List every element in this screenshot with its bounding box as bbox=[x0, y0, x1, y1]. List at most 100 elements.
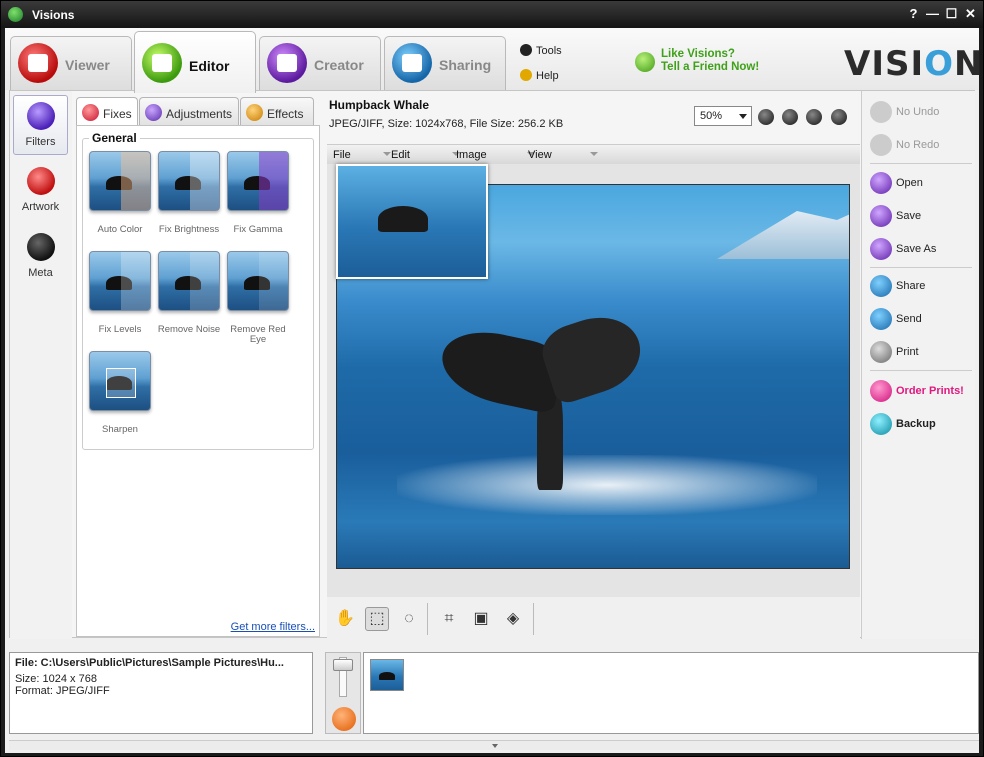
effects-icon bbox=[246, 104, 263, 121]
fixes-icon bbox=[82, 104, 99, 121]
nav-label: Artwork bbox=[21, 201, 60, 213]
save-as-button[interactable]: Save As bbox=[870, 238, 936, 262]
sharing-arrows-icon bbox=[392, 43, 432, 83]
redo-button[interactable]: No Redo bbox=[870, 134, 939, 158]
rotate-icon[interactable]: ◈ bbox=[501, 607, 525, 631]
help-label: Help bbox=[536, 70, 559, 82]
trash-icon[interactable] bbox=[332, 707, 356, 731]
rect-select-icon[interactable]: ⬚ bbox=[365, 607, 389, 631]
subtab-effects[interactable]: Effects bbox=[240, 97, 314, 125]
hand-tool-icon[interactable]: ✋ bbox=[333, 607, 357, 631]
file-size: Size: 1024 x 768 bbox=[15, 673, 97, 685]
filter-thumbnail bbox=[227, 251, 289, 311]
status-bar bbox=[9, 740, 979, 750]
edit-toolbar: ✋ ⬚ ◌ ⌗ ▣ ◈ bbox=[327, 597, 860, 639]
image-title: Humpback Whale bbox=[329, 98, 430, 112]
filter-thumbnail bbox=[89, 251, 151, 311]
nav-label: Filters bbox=[25, 136, 56, 148]
filter-thumbnail bbox=[158, 151, 220, 211]
tab-creator[interactable]: Creator bbox=[259, 36, 381, 92]
nav-filters[interactable]: Filters bbox=[13, 95, 68, 155]
tab-sharing[interactable]: Sharing bbox=[384, 36, 506, 92]
dropdown-arrow-icon bbox=[382, 152, 391, 156]
filter-thumbnail bbox=[227, 151, 289, 211]
print-button[interactable]: Print bbox=[870, 341, 919, 365]
menu-view[interactable]: View bbox=[528, 149, 598, 161]
undo-button[interactable]: No Undo bbox=[870, 101, 939, 125]
tab-label: Creator bbox=[314, 57, 364, 73]
subtab-fixes[interactable]: Fixes bbox=[76, 97, 138, 125]
share-icon bbox=[870, 275, 892, 297]
close-button[interactable]: ✕ bbox=[962, 6, 979, 23]
menu-image[interactable]: Image bbox=[456, 149, 535, 161]
nav-label: Meta bbox=[28, 267, 53, 279]
zoom-in-icon[interactable] bbox=[782, 109, 798, 125]
strip-thumbnail[interactable] bbox=[370, 659, 404, 691]
editor-brush-icon bbox=[142, 43, 182, 83]
filter-thumbnail bbox=[89, 151, 151, 211]
prints-icon bbox=[870, 380, 892, 402]
tab-label: Editor bbox=[189, 58, 230, 74]
get-more-filters-link[interactable]: Get more filters... bbox=[231, 621, 315, 633]
file-path: File: C:\Users\Public\Pictures\Sample Pi… bbox=[15, 657, 284, 669]
nav-meta[interactable]: Meta bbox=[13, 227, 68, 287]
bottom-bar: File: C:\Users\Public\Pictures\Sample Pi… bbox=[9, 650, 979, 738]
envelope-icon bbox=[870, 308, 892, 330]
crop-icon[interactable]: ⌗ bbox=[437, 607, 461, 631]
chevron-down-icon bbox=[739, 114, 747, 119]
menu-file[interactable]: File bbox=[333, 149, 391, 161]
share-button[interactable]: Share bbox=[870, 275, 925, 299]
file-format: Format: JPEG/JIFF bbox=[15, 685, 110, 697]
save-button[interactable]: Save bbox=[870, 205, 921, 229]
filter-thumbnail bbox=[158, 251, 220, 311]
menu-edit[interactable]: Edit bbox=[391, 149, 460, 161]
filter-fix-brightness[interactable]: Fix Brightness bbox=[156, 151, 222, 235]
group-title: General bbox=[89, 131, 140, 145]
app-window: Visions ? — ☐ ✕ Viewer Editor Creator Sh… bbox=[0, 0, 984, 757]
order-prints-button[interactable]: Order Prints! bbox=[870, 380, 964, 404]
left-nav: Filters Artwork Meta bbox=[10, 91, 72, 639]
filter-thumbnail bbox=[89, 351, 151, 411]
artwork-icon bbox=[26, 167, 55, 195]
subtab-adjustments[interactable]: Adjustments bbox=[139, 97, 239, 125]
help-menu[interactable]: Help bbox=[520, 69, 559, 82]
open-button[interactable]: Open bbox=[870, 172, 923, 196]
backup-button[interactable]: Backup bbox=[870, 413, 936, 437]
tools-list-icon bbox=[520, 44, 532, 56]
zoom-select[interactable]: 50% bbox=[694, 106, 752, 126]
filter-remove-noise[interactable]: Remove Noise bbox=[156, 251, 222, 335]
filter-label: Fix Brightness bbox=[158, 224, 220, 235]
redo-icon bbox=[870, 134, 892, 156]
filter-auto-color[interactable]: Auto Color bbox=[87, 151, 153, 235]
ellipse-select-icon[interactable]: ◌ bbox=[397, 607, 421, 631]
tab-label: Sharing bbox=[439, 57, 492, 73]
backup-icon bbox=[870, 413, 892, 435]
image-canvas[interactable] bbox=[327, 164, 860, 597]
minimize-button[interactable]: — bbox=[924, 6, 941, 23]
expand-arrow-icon[interactable] bbox=[492, 744, 498, 748]
action-pane: No Undo No Redo Open Save Save As Share … bbox=[861, 91, 975, 639]
filter-fix-levels[interactable]: Fix Levels bbox=[87, 251, 153, 335]
resize-icon[interactable]: ▣ bbox=[469, 607, 493, 631]
help-question-icon bbox=[520, 69, 532, 81]
tab-editor[interactable]: Editor bbox=[134, 31, 256, 93]
filter-fix-gamma[interactable]: Fix Gamma bbox=[225, 151, 291, 235]
tools-menu[interactable]: Tools bbox=[520, 44, 562, 57]
nav-artwork[interactable]: Artwork bbox=[13, 161, 68, 221]
title-bar: Visions ? — ☐ ✕ bbox=[1, 1, 983, 28]
filter-sharpen[interactable]: Sharpen bbox=[87, 351, 153, 435]
maximize-button[interactable]: ☐ bbox=[943, 6, 960, 23]
zoom-out-icon[interactable] bbox=[758, 109, 774, 125]
send-button[interactable]: Send bbox=[870, 308, 922, 332]
actual-size-icon[interactable] bbox=[831, 109, 847, 125]
filter-label: Sharpen bbox=[102, 424, 138, 435]
window-title: Visions bbox=[32, 8, 75, 22]
fit-to-window-icon[interactable] bbox=[806, 109, 822, 125]
main-tab-bar: Viewer Editor Creator Sharing Tools Help bbox=[5, 28, 984, 93]
file-info-panel: File: C:\Users\Public\Pictures\Sample Pi… bbox=[9, 652, 313, 734]
tab-viewer[interactable]: Viewer bbox=[10, 36, 132, 92]
slider-handle[interactable] bbox=[333, 659, 353, 671]
navigator-minimap[interactable] bbox=[336, 164, 488, 279]
filter-remove-red-eye[interactable]: Remove Red Eye bbox=[225, 251, 291, 345]
help-button[interactable]: ? bbox=[905, 6, 922, 23]
